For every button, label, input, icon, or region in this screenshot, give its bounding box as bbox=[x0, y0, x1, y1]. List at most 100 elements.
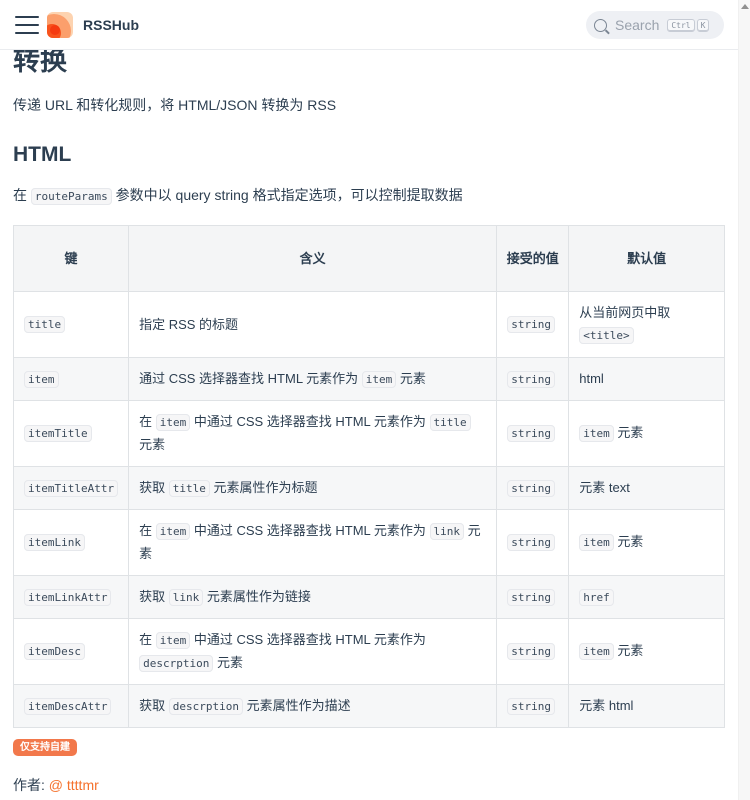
vertical-scrollbar[interactable] bbox=[738, 0, 750, 800]
inline-code: item bbox=[579, 425, 614, 442]
cell-meaning: 获取 link 元素属性作为链接 bbox=[128, 575, 498, 619]
type-code: string bbox=[507, 643, 555, 660]
inline-code: title bbox=[168, 479, 210, 497]
cell-key: itemDesc bbox=[12, 618, 130, 685]
cell-text: 元素 bbox=[613, 425, 644, 440]
cell-meaning: 在 item 中通过 CSS 选择器查找 HTML 元素作为 title 元素 bbox=[128, 400, 498, 467]
table-row: itemLinkAttr 获取 link 元素属性作为链接 string href bbox=[12, 575, 725, 619]
cell-type: string bbox=[496, 575, 570, 619]
top-navbar: RSSHub Search Ctrl K bbox=[0, 0, 738, 50]
main-content: 转换 传递 URL 和转化规则，将 HTML/JSON 转换为 RSS HTML… bbox=[12, 38, 725, 793]
cell-text: 中通过 CSS 选择器查找 HTML 元素作为 bbox=[190, 523, 430, 538]
cell-text: 获取 bbox=[139, 479, 169, 495]
intro-prefix: 在 bbox=[13, 187, 27, 203]
inline-code: item bbox=[579, 534, 614, 551]
cell-text: 在 bbox=[139, 523, 156, 538]
cell-default: href bbox=[568, 575, 725, 619]
cell-meaning: 在 item 中通过 CSS 选择器查找 HTML 元素作为 link 元素 bbox=[128, 509, 498, 576]
header-accepted-values: 接受的值 bbox=[496, 225, 570, 292]
inline-code: link bbox=[429, 523, 465, 540]
inline-code: href bbox=[579, 588, 614, 606]
cell-text: 元素属性作为链接 bbox=[203, 588, 311, 604]
cell-text: 指定 RSS 的标题 bbox=[139, 316, 239, 332]
key-code: title bbox=[24, 316, 66, 333]
cell-key: itemLink bbox=[12, 509, 130, 576]
site-name[interactable]: RSSHub bbox=[83, 17, 139, 33]
search-shortcut: Ctrl K bbox=[667, 18, 710, 32]
table-row: itemDesc 在 item 中通过 CSS 选择器查找 HTML 元素作为 d… bbox=[12, 618, 725, 685]
cell-text: 在 bbox=[139, 414, 156, 429]
cell-key: title bbox=[12, 291, 130, 358]
table-row: itemTitleAttr 获取 title 元素属性作为标题 string 元素 t… bbox=[12, 466, 725, 510]
author-label: 作者: bbox=[13, 777, 49, 793]
kbd-ctrl: Ctrl bbox=[667, 18, 695, 32]
cell-type: string bbox=[496, 291, 570, 358]
cell-type: string bbox=[496, 509, 570, 576]
page-lead: 传递 URL 和转化规则，将 HTML/JSON 转换为 RSS bbox=[13, 97, 337, 113]
search-placeholder: Search bbox=[615, 17, 660, 33]
cell-meaning: 通过 CSS 选择器查找 HTML 元素作为 item 元素 bbox=[128, 357, 498, 401]
cell-meaning: 指定 RSS 的标题 bbox=[128, 291, 498, 358]
cell-text: 获取 bbox=[139, 697, 169, 713]
kbd-k: K bbox=[696, 18, 710, 32]
table-row: itemDescAttr 获取 descrption 元素属性作为描述 string… bbox=[12, 684, 725, 728]
header-key: 键 bbox=[12, 225, 130, 292]
self-host-only-badge: 仅支持自建 bbox=[13, 739, 77, 756]
cell-key: itemTitleAttr bbox=[12, 466, 130, 510]
section-title-html: HTML bbox=[13, 143, 72, 166]
cell-default: 元素 html bbox=[568, 684, 725, 728]
inline-code: item bbox=[361, 370, 397, 388]
table-row: itemLink 在 item 中通过 CSS 选择器查找 HTML 元素作为 l… bbox=[12, 509, 725, 576]
inline-code: link bbox=[168, 588, 204, 606]
key-code: itemTitle bbox=[24, 425, 92, 442]
type-code: string bbox=[507, 534, 555, 551]
key-code: itemTitleAttr bbox=[24, 479, 119, 497]
cell-text: 元素 bbox=[213, 654, 243, 670]
key-code: item bbox=[24, 370, 59, 388]
type-code: string bbox=[507, 479, 555, 497]
key-code: itemDesc bbox=[24, 643, 85, 660]
cell-text: 元素属性作为标题 bbox=[209, 479, 318, 495]
key-code: itemDescAttr bbox=[24, 697, 112, 715]
cell-type: string bbox=[496, 466, 570, 510]
cell-text: html bbox=[579, 371, 604, 386]
cell-default: 元素 text bbox=[568, 466, 725, 510]
type-code: string bbox=[507, 425, 555, 442]
cell-key: itemDescAttr bbox=[12, 684, 130, 728]
cell-default: item 元素 bbox=[568, 618, 725, 685]
type-code: string bbox=[507, 316, 555, 333]
table-header-row: 键 含义 接受的值 默认值 bbox=[12, 225, 725, 292]
table-row: itemTitle 在 item 中通过 CSS 选择器查找 HTML 元素作为 … bbox=[12, 400, 725, 467]
cell-text: 元素 bbox=[613, 534, 644, 549]
type-code: string bbox=[507, 588, 555, 606]
cell-text: 通过 CSS 选择器查找 HTML 元素作为 bbox=[139, 370, 362, 386]
options-table: 键 含义 接受的值 默认值 title 指定 RSS 的标题 string 从当前网页… bbox=[12, 225, 725, 728]
section-intro: 在 routeParams 参数中以 query string 格式指定选项，可… bbox=[13, 184, 725, 208]
cell-text: 中通过 CSS 选择器查找 HTML 元素作为 bbox=[190, 414, 430, 429]
intro-suffix: 参数中以 query string 格式指定选项，可以控制提取数据 bbox=[115, 187, 463, 203]
type-code: string bbox=[507, 370, 555, 388]
inline-code: title bbox=[429, 414, 471, 431]
inline-code: descrption bbox=[139, 654, 214, 672]
cell-type: string bbox=[496, 618, 570, 685]
search-button[interactable]: Search Ctrl K bbox=[586, 11, 724, 39]
inline-code: item bbox=[155, 414, 191, 431]
cell-text: 元素 text bbox=[579, 480, 630, 495]
cell-meaning: 在 item 中通过 CSS 选择器查找 HTML 元素作为 descrptio… bbox=[128, 618, 498, 685]
header-meaning: 含义 bbox=[128, 225, 498, 292]
cell-text: 在 bbox=[139, 631, 156, 647]
hamburger-menu-icon[interactable] bbox=[15, 15, 39, 34]
inline-code: routeParams bbox=[30, 188, 112, 205]
cell-text: 获取 bbox=[139, 588, 169, 604]
cell-default: item 元素 bbox=[568, 509, 725, 576]
cell-text: 元素 bbox=[613, 643, 644, 658]
cell-text: 中通过 CSS 选择器查找 HTML 元素作为 bbox=[190, 631, 426, 647]
rsshub-logo-icon[interactable] bbox=[47, 11, 73, 38]
cell-type: string bbox=[496, 400, 570, 467]
cell-meaning: 获取 title 元素属性作为标题 bbox=[128, 466, 498, 510]
key-code: itemLinkAttr bbox=[24, 588, 112, 606]
author-link[interactable]: @ ttttmr bbox=[49, 777, 99, 793]
cell-key: itemTitle bbox=[12, 400, 130, 467]
scroll-up-arrow-icon[interactable] bbox=[741, 4, 749, 9]
type-code: string bbox=[507, 697, 555, 715]
